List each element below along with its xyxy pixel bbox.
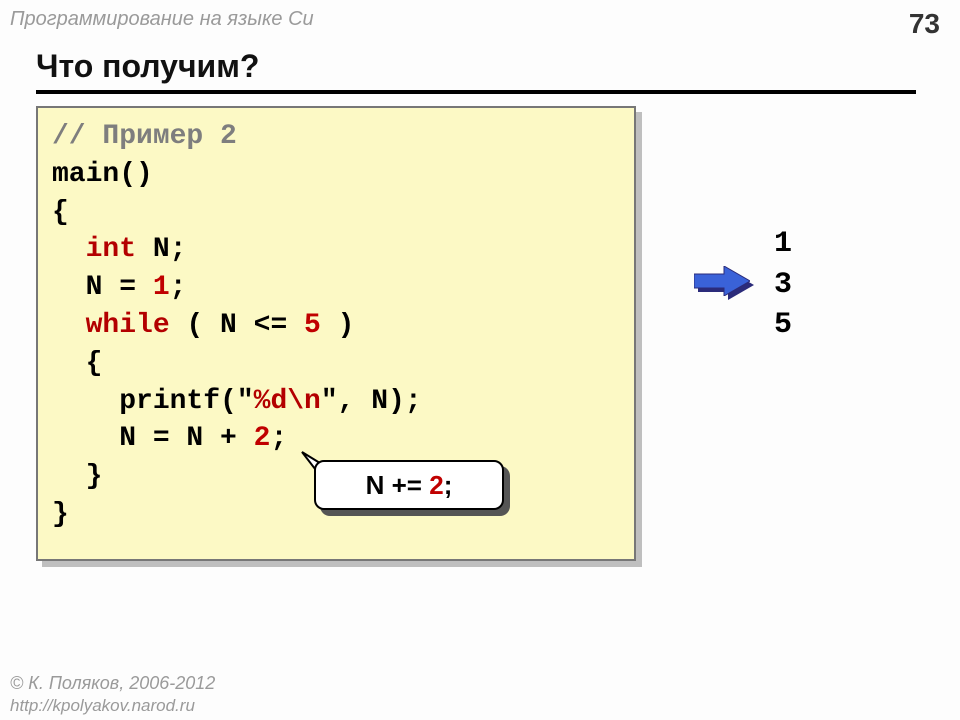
code-text: ", N);	[321, 386, 422, 417]
code-text: ( N <=	[170, 310, 304, 341]
code-keyword: int	[86, 234, 136, 265]
code-number: 5	[304, 310, 321, 341]
code-text: N;	[136, 234, 186, 265]
code-text: N =	[52, 272, 153, 303]
code-indent	[52, 234, 86, 265]
code-line: main()	[52, 159, 153, 190]
code-line: }	[52, 461, 102, 492]
title-underline	[36, 90, 916, 94]
page-number: 73	[909, 8, 940, 40]
code-line: while ( N <= 5 )	[52, 310, 354, 341]
code-line: printf("%d\n", N);	[52, 386, 422, 417]
code-text: )	[321, 310, 355, 341]
footer-url: http://kpolyakov.narod.ru	[10, 696, 195, 716]
callout-number: 2	[429, 470, 443, 500]
code-line: }	[52, 499, 69, 530]
code-text: printf("	[52, 386, 254, 417]
code-line: N = 1;	[52, 272, 186, 303]
code-comment: // Пример 2	[52, 121, 237, 152]
callout-box: N += 2;	[314, 460, 504, 510]
code-line: N = N + 2;	[52, 423, 287, 454]
callout-prefix: N +=	[366, 470, 430, 500]
callout-suffix: ;	[444, 470, 453, 500]
slide-title: Что получим?	[36, 48, 259, 85]
code-line: int N;	[52, 234, 186, 265]
code-number: 2	[254, 423, 271, 454]
code-number: 1	[153, 272, 170, 303]
code-text: ;	[270, 423, 287, 454]
program-output: 1 3 5	[774, 224, 792, 346]
code-text: ;	[170, 272, 187, 303]
code-indent	[52, 310, 86, 341]
footer-author: © К. Поляков, 2006-2012	[10, 673, 215, 694]
code-string: %d\n	[254, 386, 321, 417]
code-line: {	[52, 197, 69, 228]
code-line: {	[52, 348, 102, 379]
code-keyword: while	[86, 310, 170, 341]
arrow-icon	[694, 266, 750, 296]
code-text: N = N +	[52, 423, 254, 454]
course-header: Программирование на языке Си	[10, 8, 314, 31]
callout-text: N += 2;	[366, 470, 453, 501]
